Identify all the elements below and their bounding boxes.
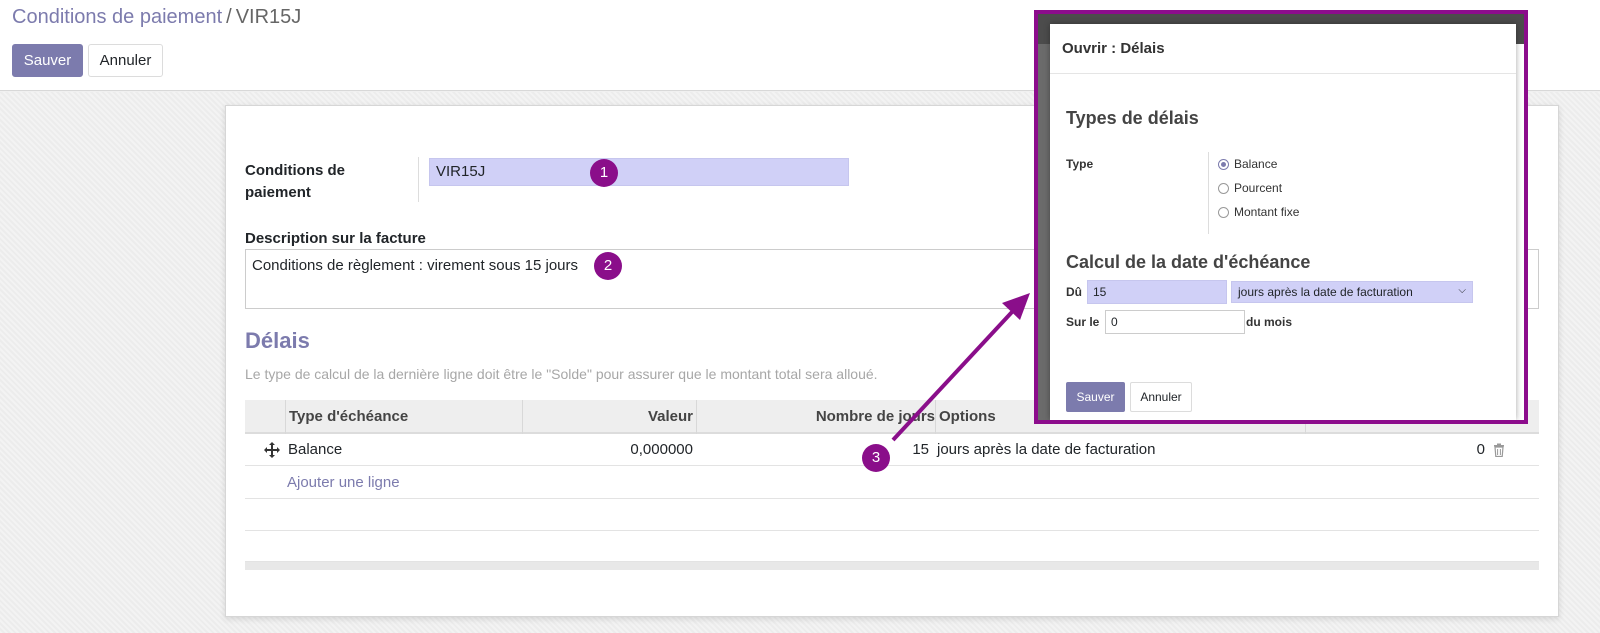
radio-button-checked[interactable] <box>1218 159 1229 170</box>
dialog-header: Ouvrir : Délais <box>1050 24 1516 74</box>
month-label: du mois <box>1246 315 1293 329</box>
dialog-title: Ouvrir : Délais <box>1062 40 1165 57</box>
due-option-value: jours après la date de facturation <box>1238 285 1413 299</box>
type-label: Type <box>1066 157 1094 171</box>
due-option-select[interactable]: jours après la date de facturation ⌵ <box>1231 281 1473 303</box>
dialog-label-separator <box>1208 152 1209 234</box>
chevron-down-icon: ⌵ <box>1458 285 1466 296</box>
day-of-month-input[interactable]: 0 <box>1105 310 1245 334</box>
dialog-save-button[interactable]: Sauver <box>1066 382 1125 412</box>
radio-button[interactable] <box>1218 207 1229 218</box>
delay-types-title: Types de délais <box>1066 108 1199 128</box>
dialog-frame: Ouvrir : Délais Types de délais Type Bal… <box>1034 10 1528 424</box>
delays-dialog: Ouvrir : Délais Types de délais Type Bal… <box>1050 24 1516 420</box>
due-date-calculation-title: Calcul de la date d'échéance <box>1066 252 1311 272</box>
radio-button[interactable] <box>1218 183 1229 194</box>
on-day-label: Sur le <box>1066 315 1100 329</box>
radio-label: Balance <box>1234 157 1278 171</box>
radio-label: Pourcent <box>1234 181 1283 195</box>
dialog-cancel-button[interactable]: Annuler <box>1130 382 1192 412</box>
due-days-input[interactable]: 15 <box>1087 280 1227 304</box>
due-label: Dû <box>1066 285 1082 299</box>
background-app-side <box>1038 44 1050 420</box>
radio-label: Montant fixe <box>1234 205 1300 219</box>
